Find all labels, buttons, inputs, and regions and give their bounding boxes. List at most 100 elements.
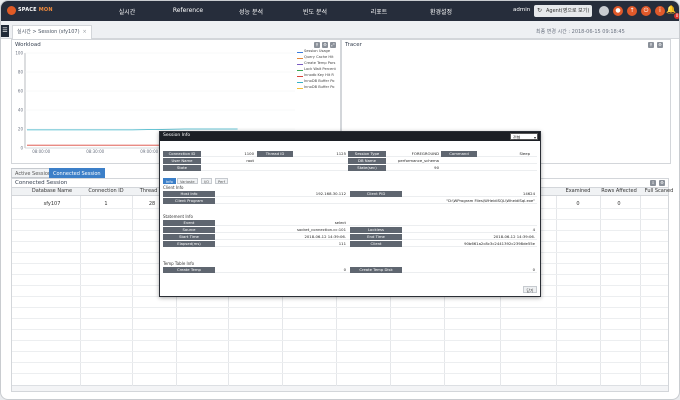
legend-swatch bbox=[297, 51, 303, 53]
settings-icon[interactable]: ⚙ bbox=[659, 180, 665, 186]
field-label: User Name bbox=[163, 158, 201, 164]
field-value: 0 bbox=[343, 267, 346, 272]
legend-label: InnoDB Buffer Po bbox=[304, 85, 335, 89]
workload-legend: Session Usage Query Cache Hit Create Temp … bbox=[297, 49, 339, 91]
field-label: State(sec) bbox=[348, 165, 386, 171]
table-cell: 0 bbox=[617, 201, 621, 207]
column-divider bbox=[80, 196, 81, 386]
field-value: root bbox=[246, 158, 254, 163]
field-label: End Time bbox=[350, 234, 402, 240]
legend-label: Query Cache Hit bbox=[304, 55, 334, 59]
column-header[interactable]: Rows Affected bbox=[601, 188, 637, 194]
row-divider bbox=[12, 351, 668, 352]
field-value: FOREGROUND bbox=[411, 151, 439, 156]
field-label: DB Name bbox=[348, 158, 386, 164]
workload-x-tick: 09:00:00 bbox=[140, 149, 158, 154]
legend-swatch bbox=[297, 81, 303, 83]
field-value: 2018-06-12 14:39:06. bbox=[304, 234, 346, 239]
field-value: 90b661a2c8c3c2441392c2398de55e bbox=[464, 241, 535, 246]
close-button[interactable]: 닫기 bbox=[523, 286, 537, 293]
field-label: Host Info bbox=[163, 191, 215, 197]
workload-y-tick: 20 bbox=[18, 127, 24, 132]
table-cell: 0 bbox=[576, 201, 580, 207]
section-title: Temp Table Info bbox=[163, 261, 195, 266]
field-label: Create Temp Disk bbox=[350, 267, 402, 273]
field-label: Client bbox=[350, 241, 402, 247]
legend-item: InnoDB Buffer Po bbox=[297, 85, 339, 91]
table-cell: sfy107 bbox=[43, 201, 61, 207]
column-divider bbox=[556, 196, 557, 386]
column-divider bbox=[600, 196, 601, 386]
workload-y-tick: 100 bbox=[15, 51, 23, 56]
grid-title: Connected Session bbox=[15, 180, 68, 186]
view-select[interactable]: 전형 ▾ bbox=[510, 133, 538, 140]
dialog-tab-3[interactable]: Perf bbox=[215, 178, 228, 184]
session-info-dialog: Session Info 전형 ▾ 닫기 Connection ID 1100 Thr… bbox=[159, 131, 541, 297]
row-divider bbox=[12, 362, 668, 363]
workload-y-tick: 80 bbox=[18, 70, 24, 75]
workload-x-tick: 08:30:00 bbox=[86, 149, 104, 154]
field-value: 0 bbox=[532, 267, 535, 272]
column-divider bbox=[640, 196, 641, 386]
legend-label: Lock Wait Percent bbox=[304, 67, 336, 71]
section-title: Statement Info bbox=[163, 214, 193, 219]
legend-label: Session Usage bbox=[304, 49, 331, 53]
horizontal-scrollbar[interactable] bbox=[12, 385, 668, 391]
field-label: Create Temp bbox=[163, 267, 215, 273]
tab-connected-session[interactable]: Connected Session bbox=[49, 168, 105, 178]
field-value: Sleep bbox=[519, 151, 530, 156]
field-value: 2018-06-12 14:39:06. bbox=[493, 234, 535, 239]
field-label: Connection ID bbox=[163, 151, 201, 157]
field-label: Event bbox=[163, 220, 215, 226]
field-label: Elapsed(ms) bbox=[163, 241, 215, 247]
view-select-value: 전형 bbox=[513, 135, 521, 140]
column-header[interactable]: Database Name bbox=[32, 188, 72, 194]
field-value: "D:\WProgram Files\WHeidiSQL\WheidiSql.e… bbox=[446, 198, 535, 203]
legend-swatch bbox=[297, 63, 303, 65]
legend-swatch bbox=[297, 57, 303, 59]
legend-swatch bbox=[297, 69, 303, 71]
section-title: Client Info bbox=[163, 185, 184, 190]
dialog-tab-1[interactable]: Variaste bbox=[177, 178, 198, 184]
field-label: Thread ID bbox=[257, 151, 293, 157]
column-header[interactable]: Examined bbox=[566, 188, 591, 194]
app-window: SPACE MON admin ↻ Agent(영으로 보기) ● ↑ ⏻ i … bbox=[0, 0, 680, 400]
field-label: Client Program bbox=[163, 198, 215, 204]
legend-label: Create Temp Pars bbox=[304, 61, 336, 65]
field-label: Source bbox=[163, 227, 215, 233]
zoom-icon[interactable]: ⚲ bbox=[648, 42, 654, 48]
column-header[interactable]: Connection ID bbox=[88, 188, 123, 194]
column-header[interactable]: Full Scaned bbox=[645, 188, 674, 194]
field-value: 111 bbox=[338, 241, 346, 246]
dialog-tab-2[interactable]: I/O bbox=[201, 178, 213, 184]
field-label: Start Time bbox=[163, 234, 215, 240]
legend-label: InnoDB Buffer Po bbox=[304, 79, 335, 83]
dialog-header: Session Info 전형 ▾ bbox=[160, 132, 540, 141]
row-divider bbox=[12, 340, 668, 341]
row-divider bbox=[12, 329, 668, 330]
table-cell: 1 bbox=[104, 201, 108, 207]
field-value: 14624 bbox=[522, 191, 535, 196]
field-value: socket_connection.cc:101 bbox=[296, 227, 346, 232]
field-label: Client PID bbox=[350, 191, 402, 197]
field-label: Command bbox=[441, 151, 477, 157]
tracer-title: Tracer bbox=[345, 42, 362, 48]
field-value: 90 bbox=[434, 165, 439, 170]
field-value: performance_schema bbox=[397, 158, 439, 163]
field-value: 4 bbox=[532, 227, 535, 232]
workload-x-tick: 08:00:00 bbox=[32, 149, 50, 154]
workload-y-tick: 60 bbox=[18, 89, 24, 94]
workload-y-tick: 40 bbox=[18, 108, 24, 113]
export-icon[interactable]: ⇩ bbox=[650, 180, 656, 186]
column-divider bbox=[132, 196, 133, 386]
settings-icon[interactable]: ⚙ bbox=[657, 42, 663, 48]
dialog-title: Session Info bbox=[163, 133, 191, 138]
field-label: State bbox=[163, 165, 201, 171]
legend-swatch bbox=[297, 87, 303, 89]
table-cell: 28 bbox=[148, 201, 156, 207]
dialog-tab-0[interactable]: Info bbox=[163, 178, 176, 184]
workload-y-tick: 0 bbox=[20, 146, 23, 151]
field-value: select bbox=[334, 220, 346, 225]
row-divider bbox=[12, 307, 668, 308]
legend-swatch bbox=[297, 75, 303, 77]
